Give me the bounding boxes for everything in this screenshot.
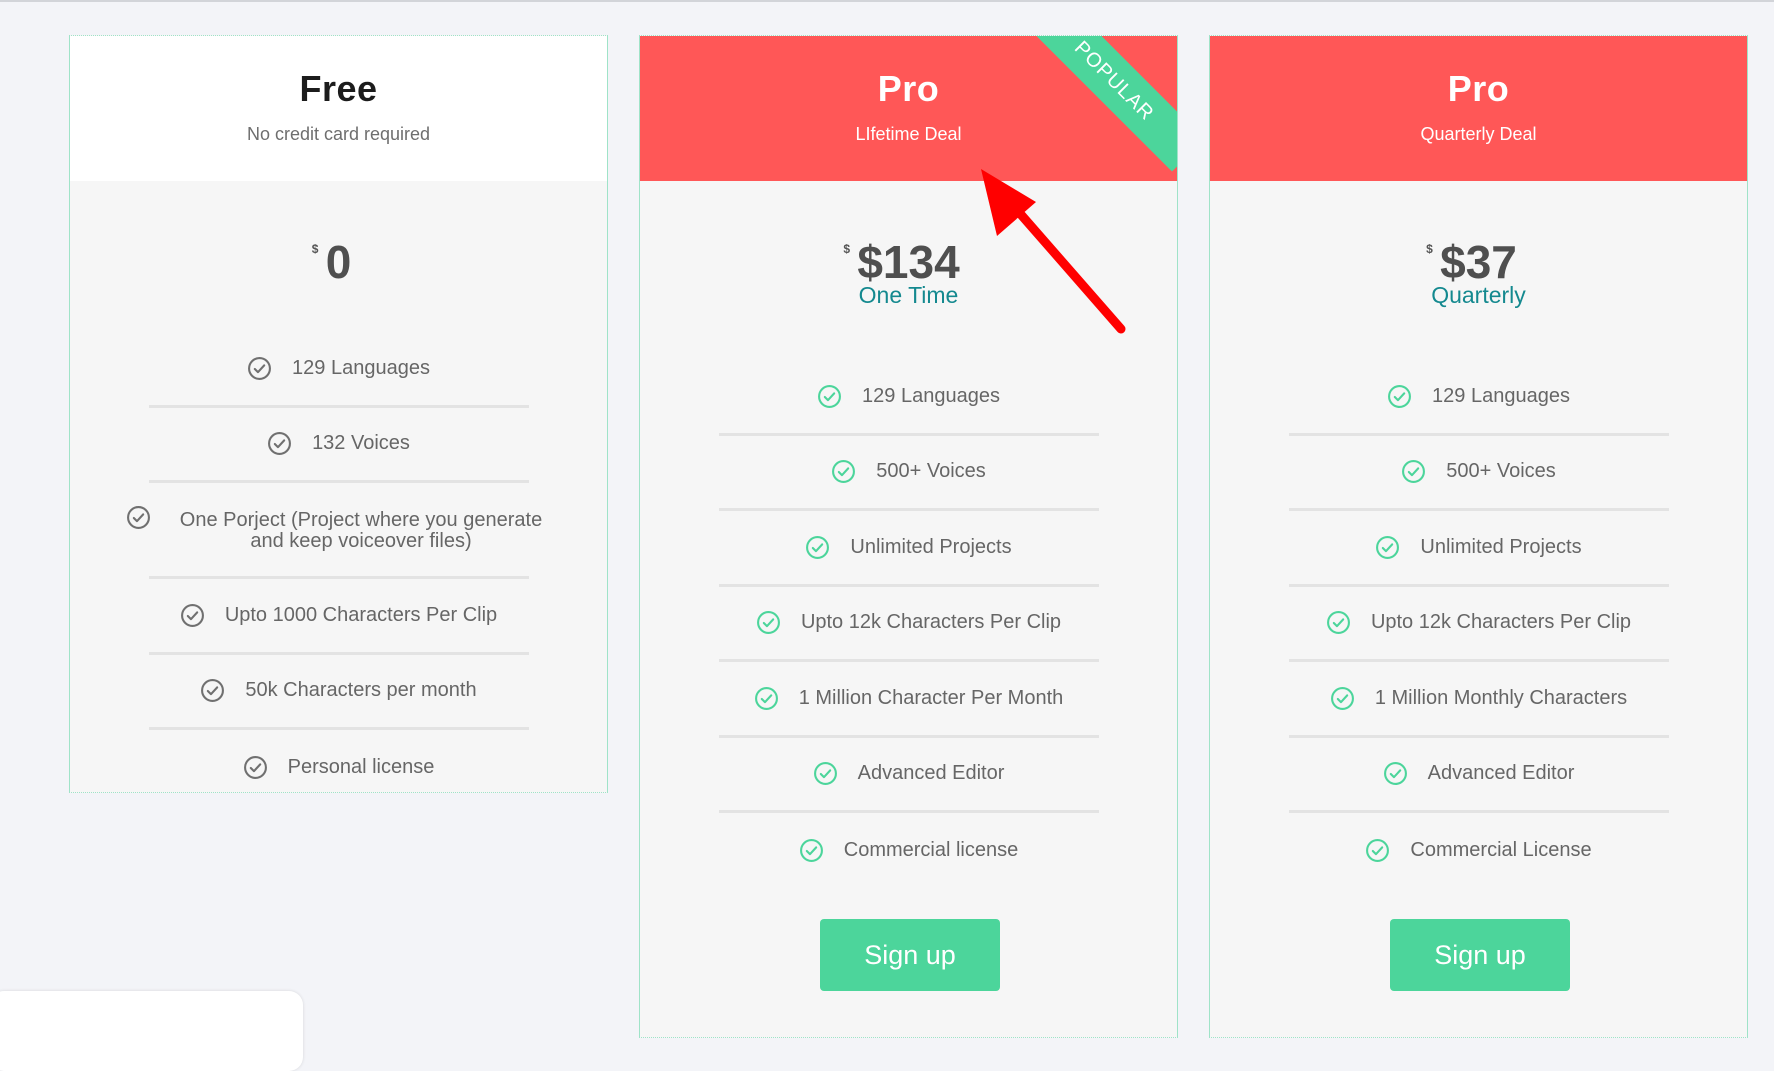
feature-text: 50k Characters per month xyxy=(245,679,477,702)
check-circle-icon xyxy=(1376,535,1400,559)
check-circle-icon xyxy=(180,603,204,627)
plan-card-pro-quarterly: Pro Quarterly Deal $ $37 Quarterly 129 L… xyxy=(1209,35,1748,1038)
feature-text: 129 Languages xyxy=(1432,384,1570,407)
feature-list: 129 Languages 500+ Voices Unlimited Proj… xyxy=(640,360,1177,889)
check-circle-icon xyxy=(1366,839,1390,863)
price-block: $ $37 Quarterly xyxy=(1210,236,1747,307)
feature-item: Unlimited Projects xyxy=(1288,511,1669,587)
floating-panel xyxy=(0,991,303,1071)
plan-subtitle: Quarterly Deal xyxy=(1420,124,1537,144)
signup-button[interactable]: Sign up xyxy=(1390,919,1570,991)
feature-text: One Porject (Project where you generate … xyxy=(179,509,543,552)
check-circle-icon xyxy=(832,460,856,484)
check-circle-icon xyxy=(799,839,823,863)
feature-item: 50k Characters per month xyxy=(148,655,529,730)
check-circle-icon xyxy=(1326,611,1350,635)
plan-title: Pro xyxy=(1447,68,1510,109)
feature-text: 129 Languages xyxy=(862,384,1000,407)
check-circle-icon xyxy=(268,432,292,456)
feature-item: Advanced Editor xyxy=(718,738,1099,813)
plan-header: Free No credit card required xyxy=(70,36,607,181)
feature-text: Unlimited Projects xyxy=(850,535,1012,558)
price-amount: 0 xyxy=(325,236,352,288)
check-circle-icon xyxy=(248,356,271,380)
price-amount: $134 xyxy=(857,236,960,288)
plan-header: Pro LIfetime Deal POPULAR xyxy=(640,36,1177,181)
feature-text: 132 Voices xyxy=(312,432,410,455)
feature-list: 129 Languages 132 Voices One Porject (Pr… xyxy=(70,332,607,792)
feature-text: Commercial license xyxy=(843,839,1019,862)
feature-item: One Porject (Project where you generate … xyxy=(89,483,589,579)
feature-item: Commercial license xyxy=(719,813,1099,889)
feature-item: Commercial License xyxy=(1289,813,1669,889)
feature-text: 129 Languages xyxy=(292,356,430,379)
price-amount: $37 xyxy=(1440,236,1517,288)
feature-text: Upto 12k Characters Per Clip xyxy=(800,611,1062,634)
feature-item: Upto 1000 Characters Per Clip xyxy=(148,579,529,655)
feature-text: 500+ Voices xyxy=(876,460,986,483)
feature-text: Upto 12k Characters Per Clip xyxy=(1370,611,1632,634)
feature-item: 129 Languages xyxy=(718,360,1099,436)
plan-card-pro-lifetime: Pro LIfetime Deal POPULAR $ $134 One Tim… xyxy=(639,35,1178,1038)
feature-item: Personal license xyxy=(149,730,529,792)
check-circle-icon xyxy=(754,686,778,710)
plan-header: Pro Quarterly Deal xyxy=(1210,36,1747,181)
feature-item: 132 Voices xyxy=(148,408,529,483)
check-circle-icon xyxy=(127,506,150,529)
price-block: $ $134 One Time xyxy=(640,236,1177,307)
feature-list: 129 Languages 500+ Voices Unlimited Proj… xyxy=(1210,360,1747,889)
check-circle-icon xyxy=(1383,762,1407,786)
feature-item: 1 Million Monthly Characters xyxy=(1288,662,1669,738)
check-circle-icon xyxy=(1330,686,1354,710)
feature-text: 1 Million Character Per Month xyxy=(798,686,1064,709)
feature-item: 500+ Voices xyxy=(718,436,1099,511)
check-circle-icon xyxy=(243,756,267,780)
feature-item: Unlimited Projects xyxy=(718,511,1099,587)
feature-item: 1 Million Character Per Month xyxy=(718,662,1099,738)
check-circle-icon xyxy=(201,679,225,703)
feature-item: 500+ Voices xyxy=(1288,436,1669,511)
feature-item: Advanced Editor xyxy=(1288,738,1669,813)
feature-text: Personal license xyxy=(287,756,435,779)
check-circle-icon xyxy=(806,535,830,559)
check-circle-icon xyxy=(813,762,837,786)
feature-item: Upto 12k Characters Per Clip xyxy=(718,587,1099,662)
currency-symbol: $ xyxy=(311,242,319,256)
feature-text: 1 Million Monthly Characters xyxy=(1374,686,1628,709)
plan-title: Free xyxy=(299,68,378,109)
feature-item: 129 Languages xyxy=(148,332,529,408)
feature-item: 129 Languages xyxy=(1288,360,1669,436)
feature-text: Advanced Editor xyxy=(1427,762,1575,785)
feature-text: Advanced Editor xyxy=(857,762,1005,785)
plan-subtitle: No credit card required xyxy=(246,124,431,144)
feature-text: Commercial License xyxy=(1410,839,1592,862)
feature-item: Upto 12k Characters Per Clip xyxy=(1288,587,1669,662)
feature-text: Upto 1000 Characters Per Clip xyxy=(224,603,498,626)
plan-card-free: Free No credit card required $ 0 129 Lan… xyxy=(69,35,608,793)
check-circle-icon xyxy=(1402,460,1426,484)
check-circle-icon xyxy=(818,384,841,408)
plan-subtitle: LIfetime Deal xyxy=(855,124,962,144)
price-block: $ 0 xyxy=(70,236,607,288)
feature-text: 500+ Voices xyxy=(1446,460,1556,483)
check-circle-icon xyxy=(1388,384,1411,408)
feature-text: Unlimited Projects xyxy=(1420,535,1582,558)
signup-button[interactable]: Sign up xyxy=(820,919,1000,991)
currency-symbol: $ xyxy=(843,242,851,256)
check-circle-icon xyxy=(756,611,780,635)
currency-symbol: $ xyxy=(1426,242,1433,256)
